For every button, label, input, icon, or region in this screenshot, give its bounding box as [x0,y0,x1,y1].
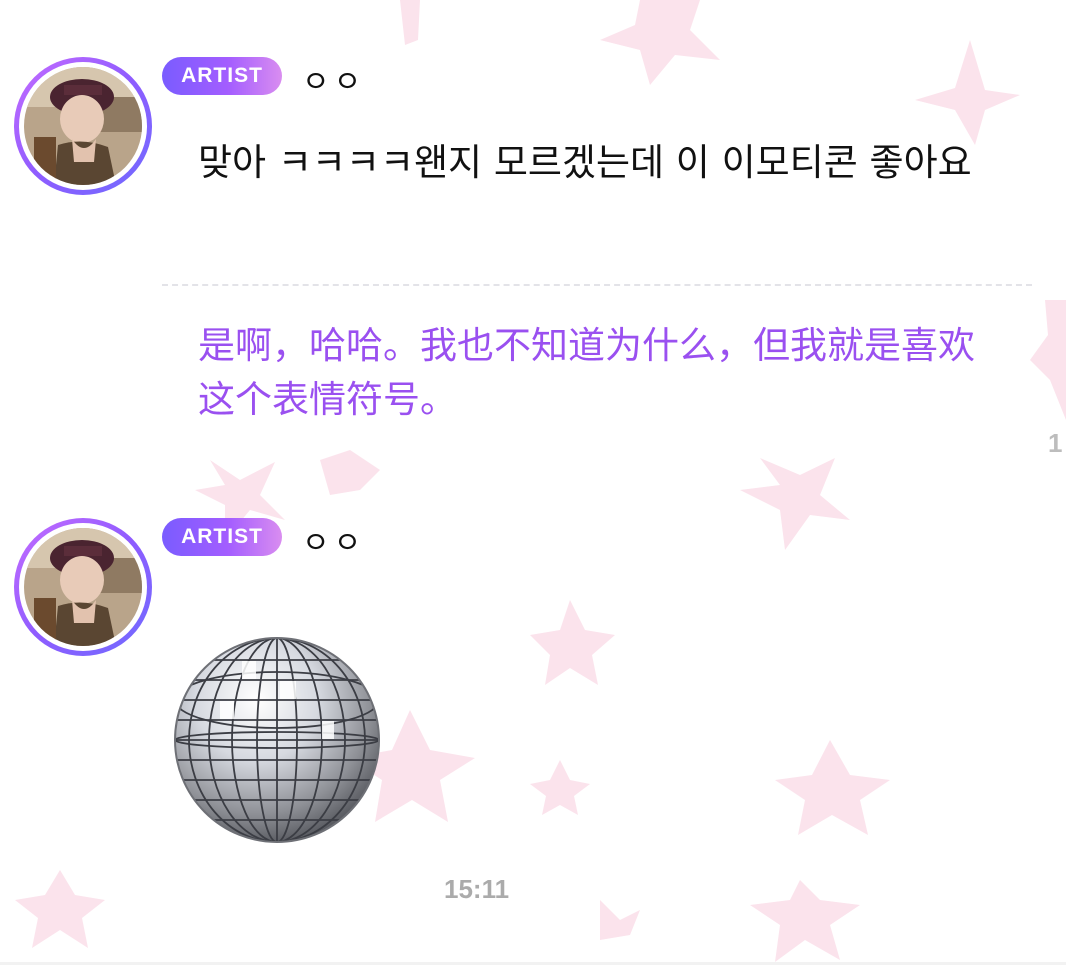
avatar-photo [24,67,142,185]
person-photo-icon [24,67,142,185]
message-text[interactable]: 맞아 ㅋㅋㅋㅋ왠지 모르겠는데 이 이모티콘 좋아요 [198,134,1018,191]
artist-avatar[interactable] [14,57,152,195]
person-photo-icon [24,528,142,646]
sender-name[interactable]: ㅇㅇ [302,518,365,562]
avatar-photo [24,528,142,646]
artist-badge: ARTIST [162,518,282,556]
artist-avatar[interactable] [14,518,152,656]
message-timestamp: 1 [1048,428,1063,458]
artist-badge: ARTIST [162,57,282,95]
sender-name[interactable]: ㅇㅇ [302,57,365,101]
message-timestamp: 15:11 [444,874,510,904]
disco-ball-emoticon[interactable] [172,635,382,845]
translation-divider [162,284,1032,286]
translated-text[interactable]: 是啊，哈哈。我也不知道为什么，但我就是喜欢这个表情符号。 [198,319,978,427]
